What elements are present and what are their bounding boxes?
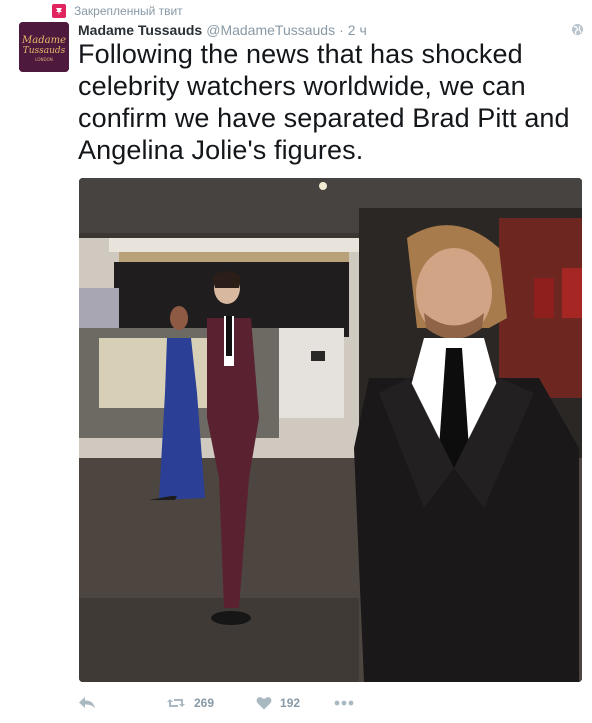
reply-icon	[78, 696, 96, 710]
tweet-header: Madame Tussauds @MadameTussauds · 2 ч	[78, 21, 584, 39]
tweet-photo[interactable]	[79, 178, 582, 682]
separator-dot: ·	[339, 22, 344, 38]
globe-icon[interactable]	[571, 23, 584, 36]
photo-illustration	[79, 178, 582, 682]
more-button[interactable]	[334, 700, 354, 706]
heart-icon	[256, 696, 272, 710]
display-name[interactable]: Madame Tussauds	[78, 22, 202, 38]
retweet-icon	[166, 696, 186, 710]
timestamp[interactable]: 2 ч	[348, 22, 367, 38]
tweet-text: Following the news that has shocked cele…	[78, 39, 570, 165]
retweet-count: 269	[194, 696, 215, 710]
avatar-text-1: Madame	[21, 35, 66, 46]
like-count: 192	[280, 696, 301, 710]
pinned-label: Закрепленный твит	[74, 4, 183, 18]
pinned-indicator: Закрепленный твит	[52, 3, 183, 19]
tweet-actions: 269 192	[78, 693, 354, 713]
more-icon	[334, 700, 354, 706]
avatar-text-2: Tussauds	[23, 46, 66, 56]
retweet-button[interactable]: 269	[158, 696, 214, 710]
avatar-text-3: LONDON	[35, 57, 52, 62]
like-button[interactable]: 192	[248, 696, 300, 710]
avatar[interactable]: Madame Tussauds LONDON	[19, 22, 69, 72]
pin-icon	[52, 4, 66, 18]
screen-name[interactable]: @MadameTussauds	[206, 22, 335, 38]
reply-button[interactable]	[78, 696, 96, 710]
